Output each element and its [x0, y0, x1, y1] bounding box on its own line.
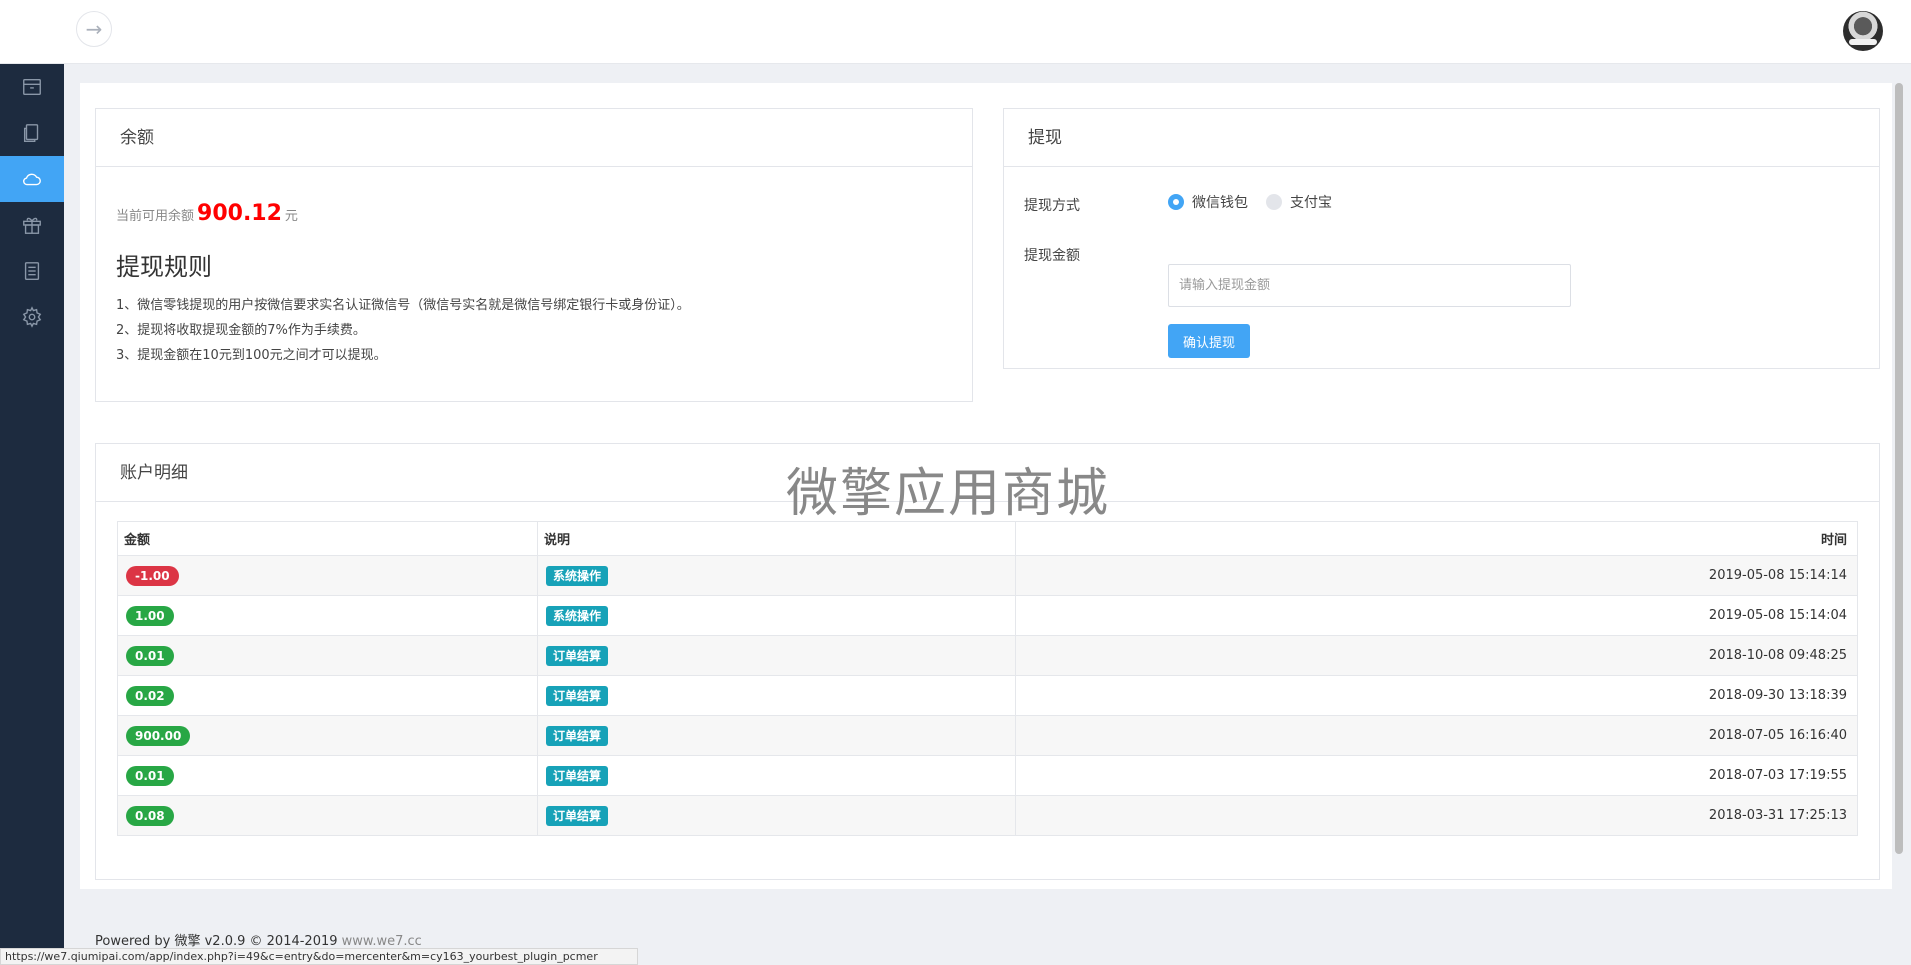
withdraw-amount-label: 提现金额 — [1024, 248, 1080, 264]
amount-cell: 1.00 — [117, 595, 538, 636]
withdraw-panel-title: 提现 — [1004, 109, 1879, 167]
list-icon — [24, 262, 40, 280]
rule-item: 2、提现将收取提现金额的7%作为手续费。 — [116, 323, 366, 338]
amount-badge: 1.00 — [126, 605, 174, 626]
time-cell: 2018-07-03 17:19:55 — [1015, 755, 1858, 796]
sidebar-item-box[interactable] — [0, 64, 64, 110]
sidebar-item-document[interactable] — [0, 110, 64, 156]
time-cell: 2018-03-31 17:25:13 — [1015, 795, 1858, 836]
note-tag: 订单结算 — [546, 645, 609, 666]
radio-unchecked-icon[interactable] — [1266, 194, 1282, 210]
powered-by-text: Powered by 微擎 v2.0.9 © 2014-2019 — [95, 934, 342, 949]
box-icon — [23, 78, 41, 96]
note-cell: 订单结算 — [537, 755, 1016, 796]
column-header-note: 说明 — [537, 521, 1016, 556]
amount-cell: 0.01 — [117, 635, 538, 676]
balance-amount: 900.12 — [197, 201, 282, 226]
table-row: -1.00 系统操作 2019-05-08 15:14:14 — [117, 555, 1858, 596]
table-row: 1.00 系统操作 2019-05-08 15:14:04 — [117, 595, 1858, 636]
note-tag: 订单结算 — [546, 725, 609, 746]
table-header-row: 金额 说明 时间 — [117, 521, 1858, 556]
user-avatar[interactable] — [1843, 11, 1883, 51]
balance-panel: 余额 当前可用余额 900.12 元 提现规则 1、微信零钱提现的用户按微信要求实名… — [95, 108, 973, 402]
radio-wechat-wallet[interactable]: 微信钱包 — [1168, 192, 1248, 212]
rule-item: 3、提现金额在10元到100元之间才可以提现。 — [116, 348, 387, 363]
note-cell: 订单结算 — [537, 795, 1016, 836]
sidebar-item-gift[interactable] — [0, 202, 64, 248]
column-header-time: 时间 — [1015, 521, 1858, 556]
note-cell: 系统操作 — [537, 595, 1016, 636]
radio-label: 微信钱包 — [1192, 195, 1248, 211]
withdraw-method-label: 提现方式 — [1024, 198, 1080, 214]
note-cell: 订单结算 — [537, 715, 1016, 756]
rules-title: 提现规则 — [116, 253, 212, 281]
table-row: 0.08 订单结算 2018-03-31 17:25:13 — [117, 795, 1858, 836]
note-cell: 订单结算 — [537, 675, 1016, 716]
gift-icon — [23, 217, 41, 234]
note-tag: 订单结算 — [546, 805, 609, 826]
time-cell: 2019-05-08 15:14:04 — [1015, 595, 1858, 636]
gear-icon — [22, 306, 42, 328]
time-cell: 2018-07-05 16:16:40 — [1015, 715, 1858, 756]
note-tag: 订单结算 — [546, 765, 609, 786]
note-cell: 订单结算 — [537, 635, 1016, 676]
note-cell: 系统操作 — [537, 555, 1016, 596]
table-row: 0.01 订单结算 2018-07-03 17:19:55 — [117, 755, 1858, 796]
amount-badge: 900.00 — [126, 725, 191, 746]
time-cell: 2018-10-08 09:48:25 — [1015, 635, 1858, 676]
amount-cell: 0.08 — [117, 795, 538, 836]
ledger-table: 金额 说明 时间 -1.00 系统操作 2019-05-08 15:14:14 … — [117, 521, 1858, 836]
rule-item: 1、微信零钱提现的用户按微信要求实名认证微信号（微信号实名就是微信号绑定银行卡或… — [116, 298, 690, 313]
arrow-right-icon[interactable]: → — [76, 11, 112, 47]
radio-checked-icon[interactable] — [1168, 194, 1184, 210]
sidebar-item-cloud[interactable] — [0, 156, 64, 202]
amount-cell: 0.01 — [117, 755, 538, 796]
page-footer: Powered by 微擎 v2.0.9 © 2014-2019 www.we7… — [95, 930, 422, 949]
sidebar-item-settings[interactable] — [0, 294, 64, 340]
table-row: 0.02 订单结算 2018-09-30 13:18:39 — [117, 675, 1858, 716]
document-icon — [23, 124, 39, 142]
balance-unit: 元 — [284, 209, 298, 224]
amount-cell: -1.00 — [117, 555, 538, 596]
withdraw-amount-input[interactable] — [1168, 264, 1571, 307]
radio-label: 支付宝 — [1290, 195, 1332, 211]
scrollbar-thumb[interactable] — [1895, 83, 1903, 854]
cloud-icon — [23, 173, 41, 186]
note-tag: 系统操作 — [546, 605, 609, 626]
amount-badge: 0.02 — [126, 685, 174, 706]
note-tag: 系统操作 — [546, 565, 609, 586]
amount-badge: -1.00 — [126, 565, 179, 586]
toggle-glyph: → — [85, 17, 103, 41]
time-cell: 2019-05-08 15:14:14 — [1015, 555, 1858, 596]
radio-alipay[interactable]: 支付宝 — [1266, 192, 1332, 212]
sidebar-item-list[interactable] — [0, 248, 64, 294]
table-row: 0.01 订单结算 2018-10-08 09:48:25 — [117, 635, 1858, 676]
browser-status-url: https://we7.qiumipai.com/app/index.php?i… — [0, 948, 638, 965]
amount-badge: 0.01 — [126, 645, 174, 666]
page-scrollbar[interactable] — [1894, 83, 1904, 889]
column-header-amount: 金额 — [117, 521, 538, 556]
time-cell: 2018-09-30 13:18:39 — [1015, 675, 1858, 716]
table-row: 900.00 订单结算 2018-07-05 16:16:40 — [117, 715, 1858, 756]
withdraw-panel: 提现 提现方式 微信钱包 支付宝 提现金额 确认提现 — [1003, 108, 1880, 369]
available-balance-label: 当前可用余额 — [116, 209, 195, 224]
amount-badge: 0.08 — [126, 805, 174, 826]
sidebar — [0, 64, 64, 965]
note-tag: 订单结算 — [546, 685, 609, 706]
available-balance: 当前可用余额 900.12 元 — [116, 201, 298, 226]
footer-link[interactable]: www.we7.cc — [342, 934, 422, 949]
balance-panel-title: 余额 — [96, 109, 972, 167]
top-header: → — [0, 0, 1911, 64]
watermark-text: 微擎应用商城 — [786, 464, 1111, 524]
amount-cell: 0.02 — [117, 675, 538, 716]
confirm-withdraw-button[interactable]: 确认提现 — [1168, 324, 1250, 358]
amount-badge: 0.01 — [126, 765, 174, 786]
amount-cell: 900.00 — [117, 715, 538, 756]
